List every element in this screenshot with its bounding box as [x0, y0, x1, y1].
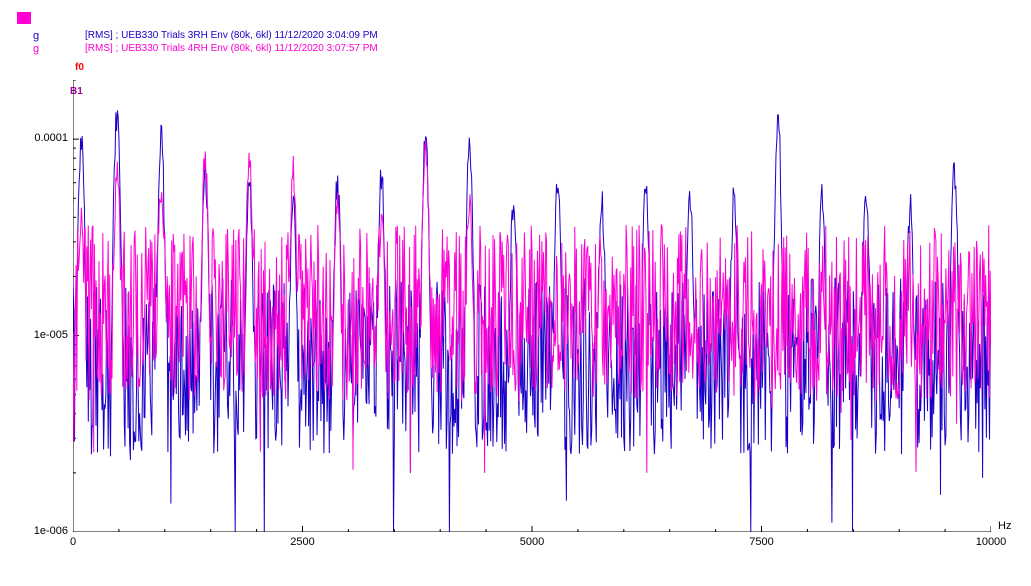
- y-tick-label: 1e-005: [0, 329, 68, 341]
- x-tick-label: 7500: [749, 536, 773, 548]
- x-tick-label: 10000: [976, 536, 1007, 548]
- x-tick-label: 0: [70, 536, 76, 548]
- marker-f0-label: f0: [75, 62, 84, 73]
- legend-label-series-1: [RMS] ; UEB330 Trials 3RH Env (80k, 6kl)…: [85, 30, 378, 41]
- y-tick-label: 1e-006: [0, 525, 68, 537]
- y-axis-ticks: 0.0001 1e-005 1e-006: [0, 80, 68, 532]
- x-axis-ticks: 0 2500 5000 7500 10000: [73, 536, 991, 556]
- x-tick-label: 2500: [290, 536, 314, 548]
- y-tick-label: 0.0001: [0, 132, 68, 144]
- x-axis-label: Hz: [998, 520, 1011, 532]
- legend-unit-series-1: g: [33, 30, 39, 42]
- legend-swatch-series-2: [17, 12, 31, 24]
- legend-label-series-2: [RMS] ; UEB330 Trials 4RH Env (80k, 6kl)…: [85, 43, 378, 54]
- chart-page: { "legend": { "series": [ {"unit":"g","l…: [0, 0, 1031, 586]
- spectrum-plot[interactable]: [73, 80, 991, 532]
- spectrum-svg: [73, 80, 991, 532]
- legend-unit-series-2: g: [33, 43, 39, 55]
- x-tick-label: 5000: [520, 536, 544, 548]
